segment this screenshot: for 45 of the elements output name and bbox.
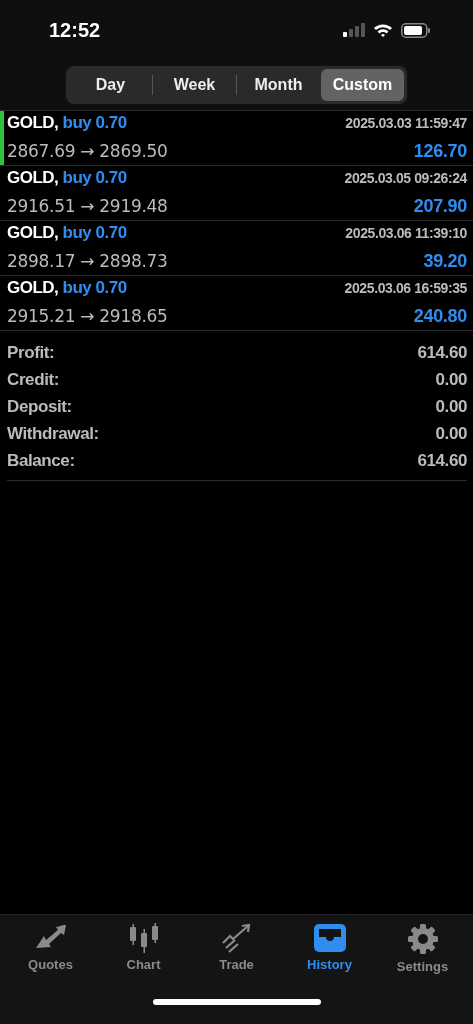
tab-item[interactable]: Chart	[103, 923, 184, 989]
deal-title: GOLD, buy 0.70	[7, 168, 127, 188]
period-tab[interactable]: Day	[69, 69, 152, 101]
period-tab[interactable]: Custom	[321, 69, 404, 101]
period-tab[interactable]: Month	[237, 69, 320, 101]
battery-icon	[401, 22, 431, 38]
deal-title: GOLD, buy 0.70	[7, 113, 127, 133]
deal-time: 2025.03.05 09:26:24	[344, 170, 467, 186]
summary-value: 0.00	[435, 369, 467, 390]
summary-value: 0.00	[435, 396, 467, 417]
status-time: 12:52	[49, 18, 101, 42]
deal-profit: 126.70	[413, 141, 467, 162]
inbox-icon	[312, 923, 347, 953]
summary-value: 614.60	[417, 342, 467, 363]
deal-title: GOLD, buy 0.70	[7, 223, 127, 243]
deal-prices: 2915.21 → 2918.65	[7, 306, 168, 326]
summary-label: Balance:	[7, 450, 75, 471]
deal-time: 2025.03.03 11:59:47	[345, 115, 467, 131]
summary-label: Credit:	[7, 369, 59, 390]
tab-item[interactable]: Trade	[196, 923, 277, 989]
deal-time: 2025.03.06 11:39:10	[345, 225, 467, 241]
deal-row[interactable]: GOLD, buy 0.70 2025.03.05 09:26:24 2916.51 → 2919.48 207.90	[0, 166, 473, 221]
period-tab[interactable]: Week	[153, 69, 236, 101]
deal-profit: 39.20	[423, 251, 467, 272]
summary-value: 614.60	[417, 450, 467, 471]
wifi-icon	[373, 22, 393, 38]
signal-icon	[343, 23, 365, 37]
summary-label: Deposit:	[7, 396, 72, 417]
deal-prices: 2898.17 → 2898.73	[7, 251, 168, 271]
tab-item[interactable]: Settings	[382, 923, 463, 989]
summary-value: 0.00	[435, 423, 467, 444]
deal-profit: 240.80	[413, 306, 467, 327]
tab-item[interactable]: Quotes	[10, 923, 91, 989]
deal-prices: 2867.69 → 2869.50	[7, 141, 168, 161]
deal-profit: 207.90	[413, 196, 467, 217]
deal-title: GOLD, buy 0.70	[7, 278, 127, 298]
deal-row[interactable]: GOLD, buy 0.70 2025.03.03 11:59:47 2867.69 → 2869.50 126.70	[0, 111, 473, 166]
deal-time: 2025.03.06 16:59:35	[344, 280, 467, 296]
tab-item[interactable]: History	[289, 923, 370, 989]
settings-icon	[406, 923, 439, 955]
summary-label: Profit:	[7, 342, 55, 363]
deal-row[interactable]: GOLD, buy 0.70 2025.03.06 16:59:35 2915.21 → 2918.65 240.80	[0, 276, 473, 331]
deal-prices: 2916.51 → 2919.48	[7, 196, 168, 216]
deal-row[interactable]: GOLD, buy 0.70 2025.03.06 11:39:10 2898.17 → 2898.73 39.20	[0, 221, 473, 276]
summary-label: Withdrawal:	[7, 423, 99, 444]
